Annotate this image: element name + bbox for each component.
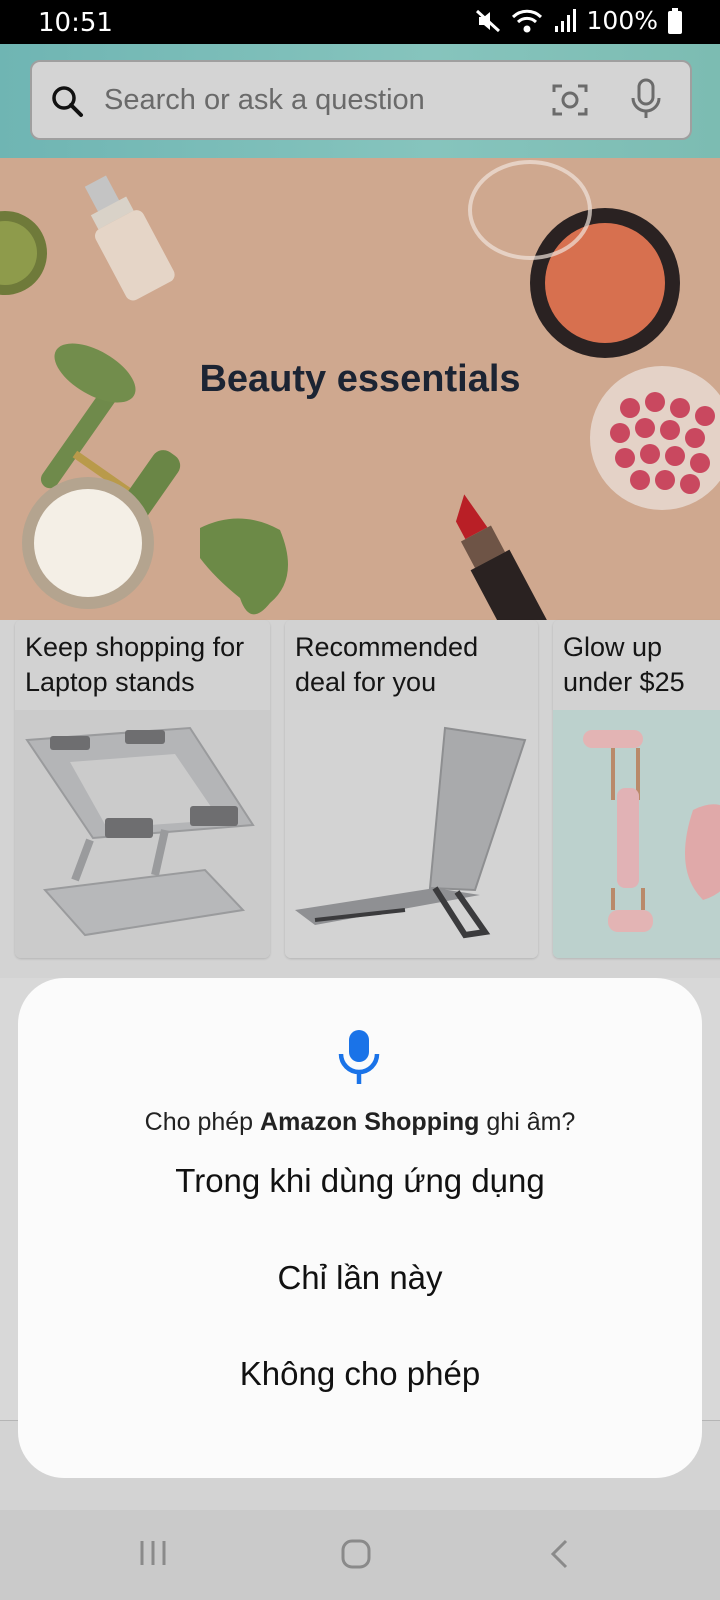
message-prefix: Cho phép: [144, 1108, 261, 1136]
allow-while-using-button[interactable]: Trong khi dùng ứng dụng: [18, 1162, 702, 1200]
signal-icon: [554, 8, 576, 32]
permission-dialog: Cho phép Amazon Shopping ghi âm? Trong k…: [18, 978, 702, 1478]
mute-icon: [475, 9, 500, 32]
home-button[interactable]: [340, 1538, 372, 1570]
wifi-icon: [511, 9, 542, 32]
app-name: Amazon Shopping: [260, 1108, 480, 1136]
status-time: 10:51: [38, 8, 113, 38]
battery-icon: [668, 7, 682, 34]
microphone-icon: [338, 1030, 380, 1084]
system-nav-bar: [0, 1510, 720, 1600]
dialog-message: Cho phép Amazon Shopping ghi âm?: [18, 1108, 702, 1137]
message-suffix: ghi âm?: [479, 1108, 576, 1136]
allow-once-button[interactable]: Chỉ lần này: [18, 1259, 702, 1297]
deny-button[interactable]: Không cho phép: [18, 1355, 702, 1393]
recents-button[interactable]: [138, 1538, 168, 1568]
status-bar: 10:51 100%: [0, 0, 720, 44]
battery-percent: 100%: [586, 6, 658, 35]
back-button[interactable]: [548, 1538, 570, 1570]
status-icons: 100%: [475, 6, 682, 35]
